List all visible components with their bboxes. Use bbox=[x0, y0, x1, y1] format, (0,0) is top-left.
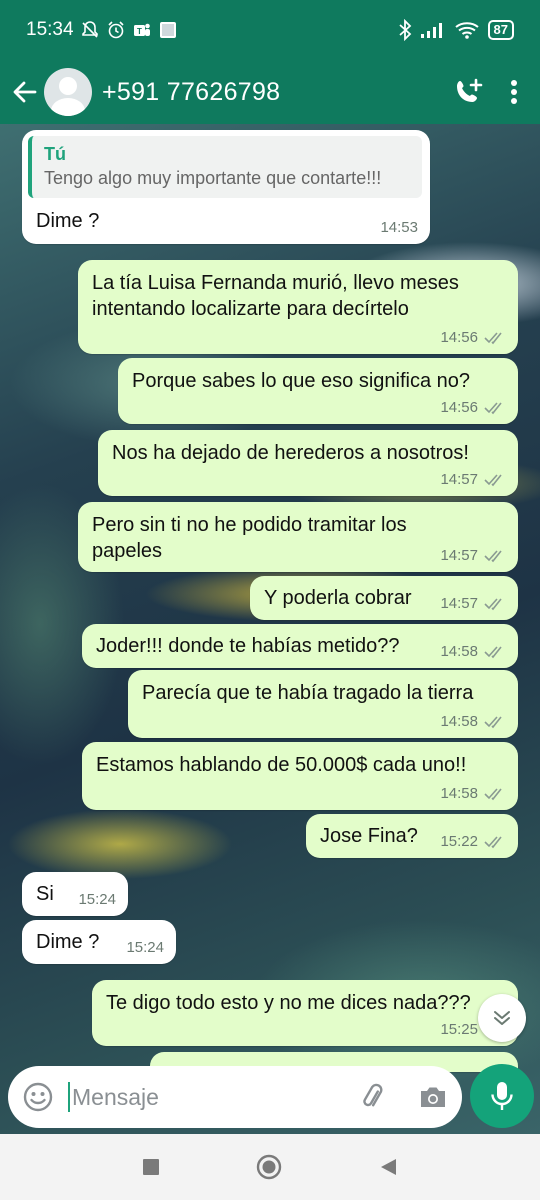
mute-bell-icon bbox=[81, 21, 98, 38]
message-time: 14:56 bbox=[440, 399, 478, 416]
system-navigation-bar bbox=[0, 1134, 540, 1200]
message-text: Pero sin ti no he podido tramitar los pa… bbox=[92, 514, 407, 562]
message-time: 15:24 bbox=[78, 891, 116, 908]
scroll-to-bottom-button[interactable] bbox=[478, 994, 526, 1042]
message-time: 14:58 bbox=[440, 643, 478, 660]
message-meta: 15:24 bbox=[78, 891, 116, 909]
avatar-body bbox=[51, 98, 85, 116]
message-meta: 14:56 bbox=[440, 399, 506, 417]
message-bubble-outgoing[interactable]: Jose Fina? 15:22 bbox=[306, 814, 518, 858]
arrow-left-icon bbox=[13, 81, 37, 103]
message-meta: 15:22 bbox=[440, 833, 506, 851]
message-meta: 14:58 bbox=[440, 713, 506, 731]
message-text: Dime ? bbox=[36, 210, 100, 232]
double-chevron-down-icon bbox=[494, 1011, 510, 1025]
message-composer bbox=[8, 1066, 462, 1128]
message-time: 14:57 bbox=[440, 471, 478, 488]
double-check-icon bbox=[484, 788, 502, 801]
message-meta: 15:24 bbox=[126, 939, 164, 957]
message-time: 15:22 bbox=[440, 833, 478, 850]
bluetooth-icon bbox=[398, 19, 411, 41]
system-icons: 87 bbox=[398, 19, 514, 41]
quoted-author: Tú bbox=[44, 144, 66, 164]
message-text: Estamos hablando de 50.000$ cada uno!! bbox=[96, 754, 467, 776]
message-bubble-outgoing[interactable]: Joder!!! donde te habías metido?? 14:58 bbox=[82, 624, 518, 668]
signal-icon bbox=[420, 23, 442, 38]
emoji-icon[interactable] bbox=[22, 1081, 54, 1113]
double-check-icon bbox=[484, 716, 502, 729]
home-circle-icon[interactable] bbox=[256, 1154, 282, 1180]
back-triangle-icon[interactable] bbox=[378, 1157, 398, 1177]
message-meta: 14:56 bbox=[440, 329, 506, 347]
message-time: 14:57 bbox=[440, 547, 478, 564]
composer-tools bbox=[358, 1082, 448, 1112]
double-check-icon bbox=[484, 598, 502, 611]
phone-plus-icon[interactable] bbox=[454, 77, 484, 107]
message-bubble-outgoing[interactable]: Pero sin ti no he podido tramitar los pa… bbox=[78, 502, 518, 572]
message-time: 14:58 bbox=[440, 713, 478, 730]
notification-icons: T bbox=[80, 20, 178, 40]
double-check-icon bbox=[484, 402, 502, 415]
message-bubble-outgoing[interactable]: La tía Luisa Fernanda murió, llevo meses… bbox=[78, 260, 518, 354]
message-bubble-outgoing[interactable]: Nos ha dejado de herederos a nosotros! 1… bbox=[98, 430, 518, 496]
message-meta: 14:58 bbox=[440, 785, 506, 803]
microphone-icon bbox=[491, 1082, 513, 1110]
teams-icon: T bbox=[133, 23, 150, 36]
avatar-head bbox=[59, 77, 77, 95]
message-meta: 14:57 bbox=[440, 547, 506, 565]
voice-message-button[interactable] bbox=[470, 1064, 534, 1128]
message-meta: 14:58 bbox=[440, 643, 506, 661]
recents-square-icon[interactable] bbox=[142, 1158, 160, 1176]
double-check-icon bbox=[484, 646, 502, 659]
quoted-text: Tengo algo muy importante que contarte!!… bbox=[44, 168, 382, 188]
camera-icon[interactable] bbox=[418, 1083, 448, 1111]
double-check-icon bbox=[484, 332, 502, 345]
message-input[interactable] bbox=[68, 1082, 338, 1112]
message-text: Nos ha dejado de herederos a nosotros! bbox=[112, 442, 469, 464]
status-bar: 15:34 T 87 bbox=[0, 0, 540, 60]
message-bubble-outgoing[interactable]: Parecía que te había tragado la tierra 1… bbox=[128, 670, 518, 738]
message-bubble-outgoing[interactable]: Porque sabes lo que eso significa no? 14… bbox=[118, 358, 518, 424]
double-check-icon bbox=[484, 836, 502, 849]
message-meta: 14:57 bbox=[440, 471, 506, 489]
quoted-message[interactable]: Tú Tengo algo muy importante que contart… bbox=[28, 136, 422, 198]
message-meta: 14:57 bbox=[440, 595, 506, 613]
battery-indicator: 87 bbox=[487, 20, 514, 40]
message-time: 15:25 bbox=[440, 1021, 478, 1038]
message-bubble-outgoing[interactable]: Te digo todo esto y no me dices nada??? … bbox=[92, 980, 518, 1046]
status-time: 15:34 bbox=[26, 19, 74, 40]
double-check-icon bbox=[484, 474, 502, 487]
message-bubble-incoming[interactable]: Si 15:24 bbox=[22, 872, 128, 916]
contact-name[interactable]: +591 77626798 bbox=[102, 78, 280, 107]
message-bubble-outgoing[interactable]: Estamos hablando de 50.000$ cada uno!! 1… bbox=[82, 742, 518, 810]
message-text: La tía Luisa Fernanda murió, llevo meses… bbox=[92, 272, 459, 320]
back-button[interactable] bbox=[6, 68, 44, 116]
more-vert-icon[interactable] bbox=[510, 78, 518, 106]
message-meta: 14:53 bbox=[380, 219, 418, 237]
message-text: Porque sabes lo que eso significa no? bbox=[132, 370, 471, 392]
double-check-icon bbox=[484, 550, 502, 563]
message-bubble-outgoing[interactable]: Y poderla cobrar 14:57 bbox=[250, 576, 518, 620]
paperclip-icon[interactable] bbox=[358, 1082, 388, 1112]
message-time: 14:58 bbox=[440, 785, 478, 802]
message-text: Parecía que te había tragado la tierra bbox=[142, 682, 474, 704]
header-actions bbox=[454, 77, 518, 107]
wifi-icon bbox=[454, 22, 479, 39]
alarm-icon bbox=[107, 21, 124, 39]
svg-text:T: T bbox=[137, 27, 142, 36]
message-bubble-incoming[interactable]: Tú Tengo algo muy importante que contart… bbox=[22, 130, 430, 244]
message-time: 14:56 bbox=[440, 329, 478, 346]
message-bubble-incoming[interactable]: Dime ? 15:24 bbox=[22, 920, 176, 964]
chat-header: +591 77626798 bbox=[0, 60, 540, 124]
image-icon bbox=[159, 22, 176, 38]
avatar[interactable] bbox=[44, 68, 92, 116]
message-time: 14:57 bbox=[440, 595, 478, 612]
message-time: 14:53 bbox=[380, 219, 418, 236]
message-time: 15:24 bbox=[126, 939, 164, 956]
message-text: Te digo todo esto y no me dices nada??? bbox=[106, 992, 471, 1014]
